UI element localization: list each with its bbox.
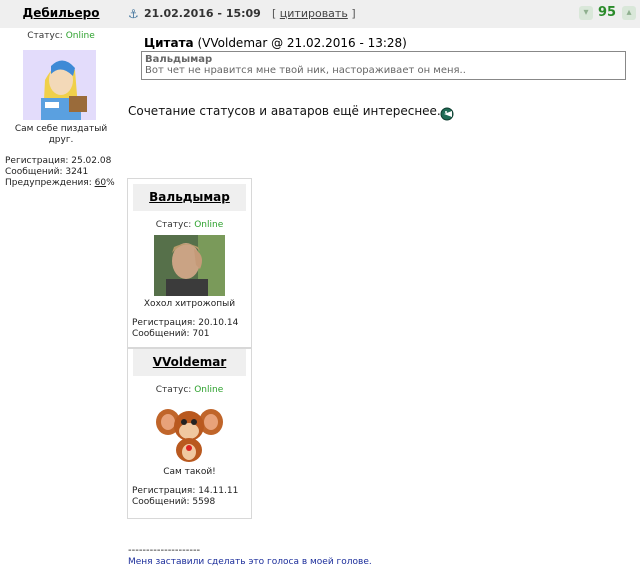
author-registration: Регистрация: 25.02.08 (5, 156, 112, 166)
post-header: ⚓ 21.02.2016 - 15:09 [ цитировать ] ▾ 95… (122, 0, 640, 28)
author-profile: Дебильеро Статус: Online Сам себе пиздат… (0, 0, 122, 569)
quote-meta: (VVoldemar @ 21.02.2016 - 13:28) (193, 36, 407, 50)
signature-text: Меня заставили сделать это голоса в моей… (128, 557, 372, 567)
card-stats: Регистрация: 14.11.11 Сообщений: 5598 (128, 486, 251, 508)
author-title-line2: друг. (48, 135, 74, 145)
author-name-bar: Дебильеро (0, 0, 122, 28)
card-status: Статус: Online (128, 385, 251, 395)
post-rating: 95 (598, 5, 617, 20)
author-stats: Регистрация: 25.02.08 Сообщений: 3241 Пр… (5, 156, 115, 189)
author-avatar[interactable] (23, 50, 96, 120)
card-name-bar: Вальдымар (133, 184, 246, 211)
card-stats: Регистрация: 20.10.14 Сообщений: 701 (128, 318, 251, 340)
quote-header: Цитата (VVoldemar @ 21.02.2016 - 13:28) (144, 36, 407, 50)
warn-label: Предупреждения: (5, 178, 95, 188)
quote-author: Вальдымар (145, 54, 213, 65)
status-value: Online (194, 385, 224, 395)
profile-card: VVoldemar Статус: Online Сам такой! Реги… (127, 348, 252, 519)
signature-separator: -------------------- (128, 545, 201, 556)
card-name-link[interactable]: Вальдымар (149, 190, 230, 204)
warn-suffix: % (106, 178, 115, 188)
author-title-line1: Сам себе пиздатый (14, 124, 108, 134)
card-registration: Регистрация: 20.10.14 (132, 318, 239, 328)
post-message: Сочетание статусов и аватаров ещё интере… (128, 104, 441, 118)
quote-box: Вальдымар Вот чет не нравится мне твой н… (141, 51, 626, 80)
card-messages: Сообщений: 701 (132, 329, 210, 339)
quote-text: Вот чет не нравится мне твой ник, настор… (145, 65, 466, 76)
quote-link[interactable]: цитировать (280, 7, 348, 20)
status-label: Статус: (155, 220, 195, 230)
card-avatar[interactable] (154, 400, 225, 464)
status-label: Статус: (27, 31, 66, 41)
author-messages: Сообщений: 3241 (5, 167, 89, 177)
anchor-icon[interactable]: ⚓ (128, 7, 139, 21)
quote-button[interactable]: [ цитировать ] (272, 7, 356, 20)
quote-open: [ (272, 7, 280, 20)
profile-card: Вальдымар Статус: Online Хохол хитрожопы… (127, 178, 252, 348)
author-name-link[interactable]: Дебильеро (23, 6, 100, 20)
thumb-up-icon[interactable]: ▴ (622, 6, 636, 20)
status-value: Online (194, 220, 224, 230)
card-messages: Сообщений: 5598 (132, 497, 216, 507)
smiley-icon (440, 107, 454, 121)
card-title: Хохол хитрожопый (143, 299, 236, 309)
post-date: 21.02.2016 - 15:09 (144, 7, 261, 20)
status-label: Статус: (155, 385, 195, 395)
card-status: Статус: Online (128, 220, 251, 230)
quote-label: Цитата (144, 36, 194, 50)
quote-close: ] (347, 7, 356, 20)
card-title: Сам такой! (163, 467, 216, 477)
author-warnings: Предупреждения: 60% (5, 178, 115, 189)
card-name-link[interactable]: VVoldemar (153, 355, 227, 369)
author-status: Статус: Online (0, 31, 122, 41)
author-title: Сам себе пиздатый друг. (0, 124, 122, 146)
warn-value-link[interactable]: 60 (95, 178, 106, 188)
thumb-down-icon[interactable]: ▾ (579, 6, 593, 20)
card-avatar[interactable] (154, 235, 225, 296)
card-name-bar: VVoldemar (133, 349, 246, 376)
status-value: Online (65, 31, 95, 41)
card-registration: Регистрация: 14.11.11 (132, 486, 239, 496)
